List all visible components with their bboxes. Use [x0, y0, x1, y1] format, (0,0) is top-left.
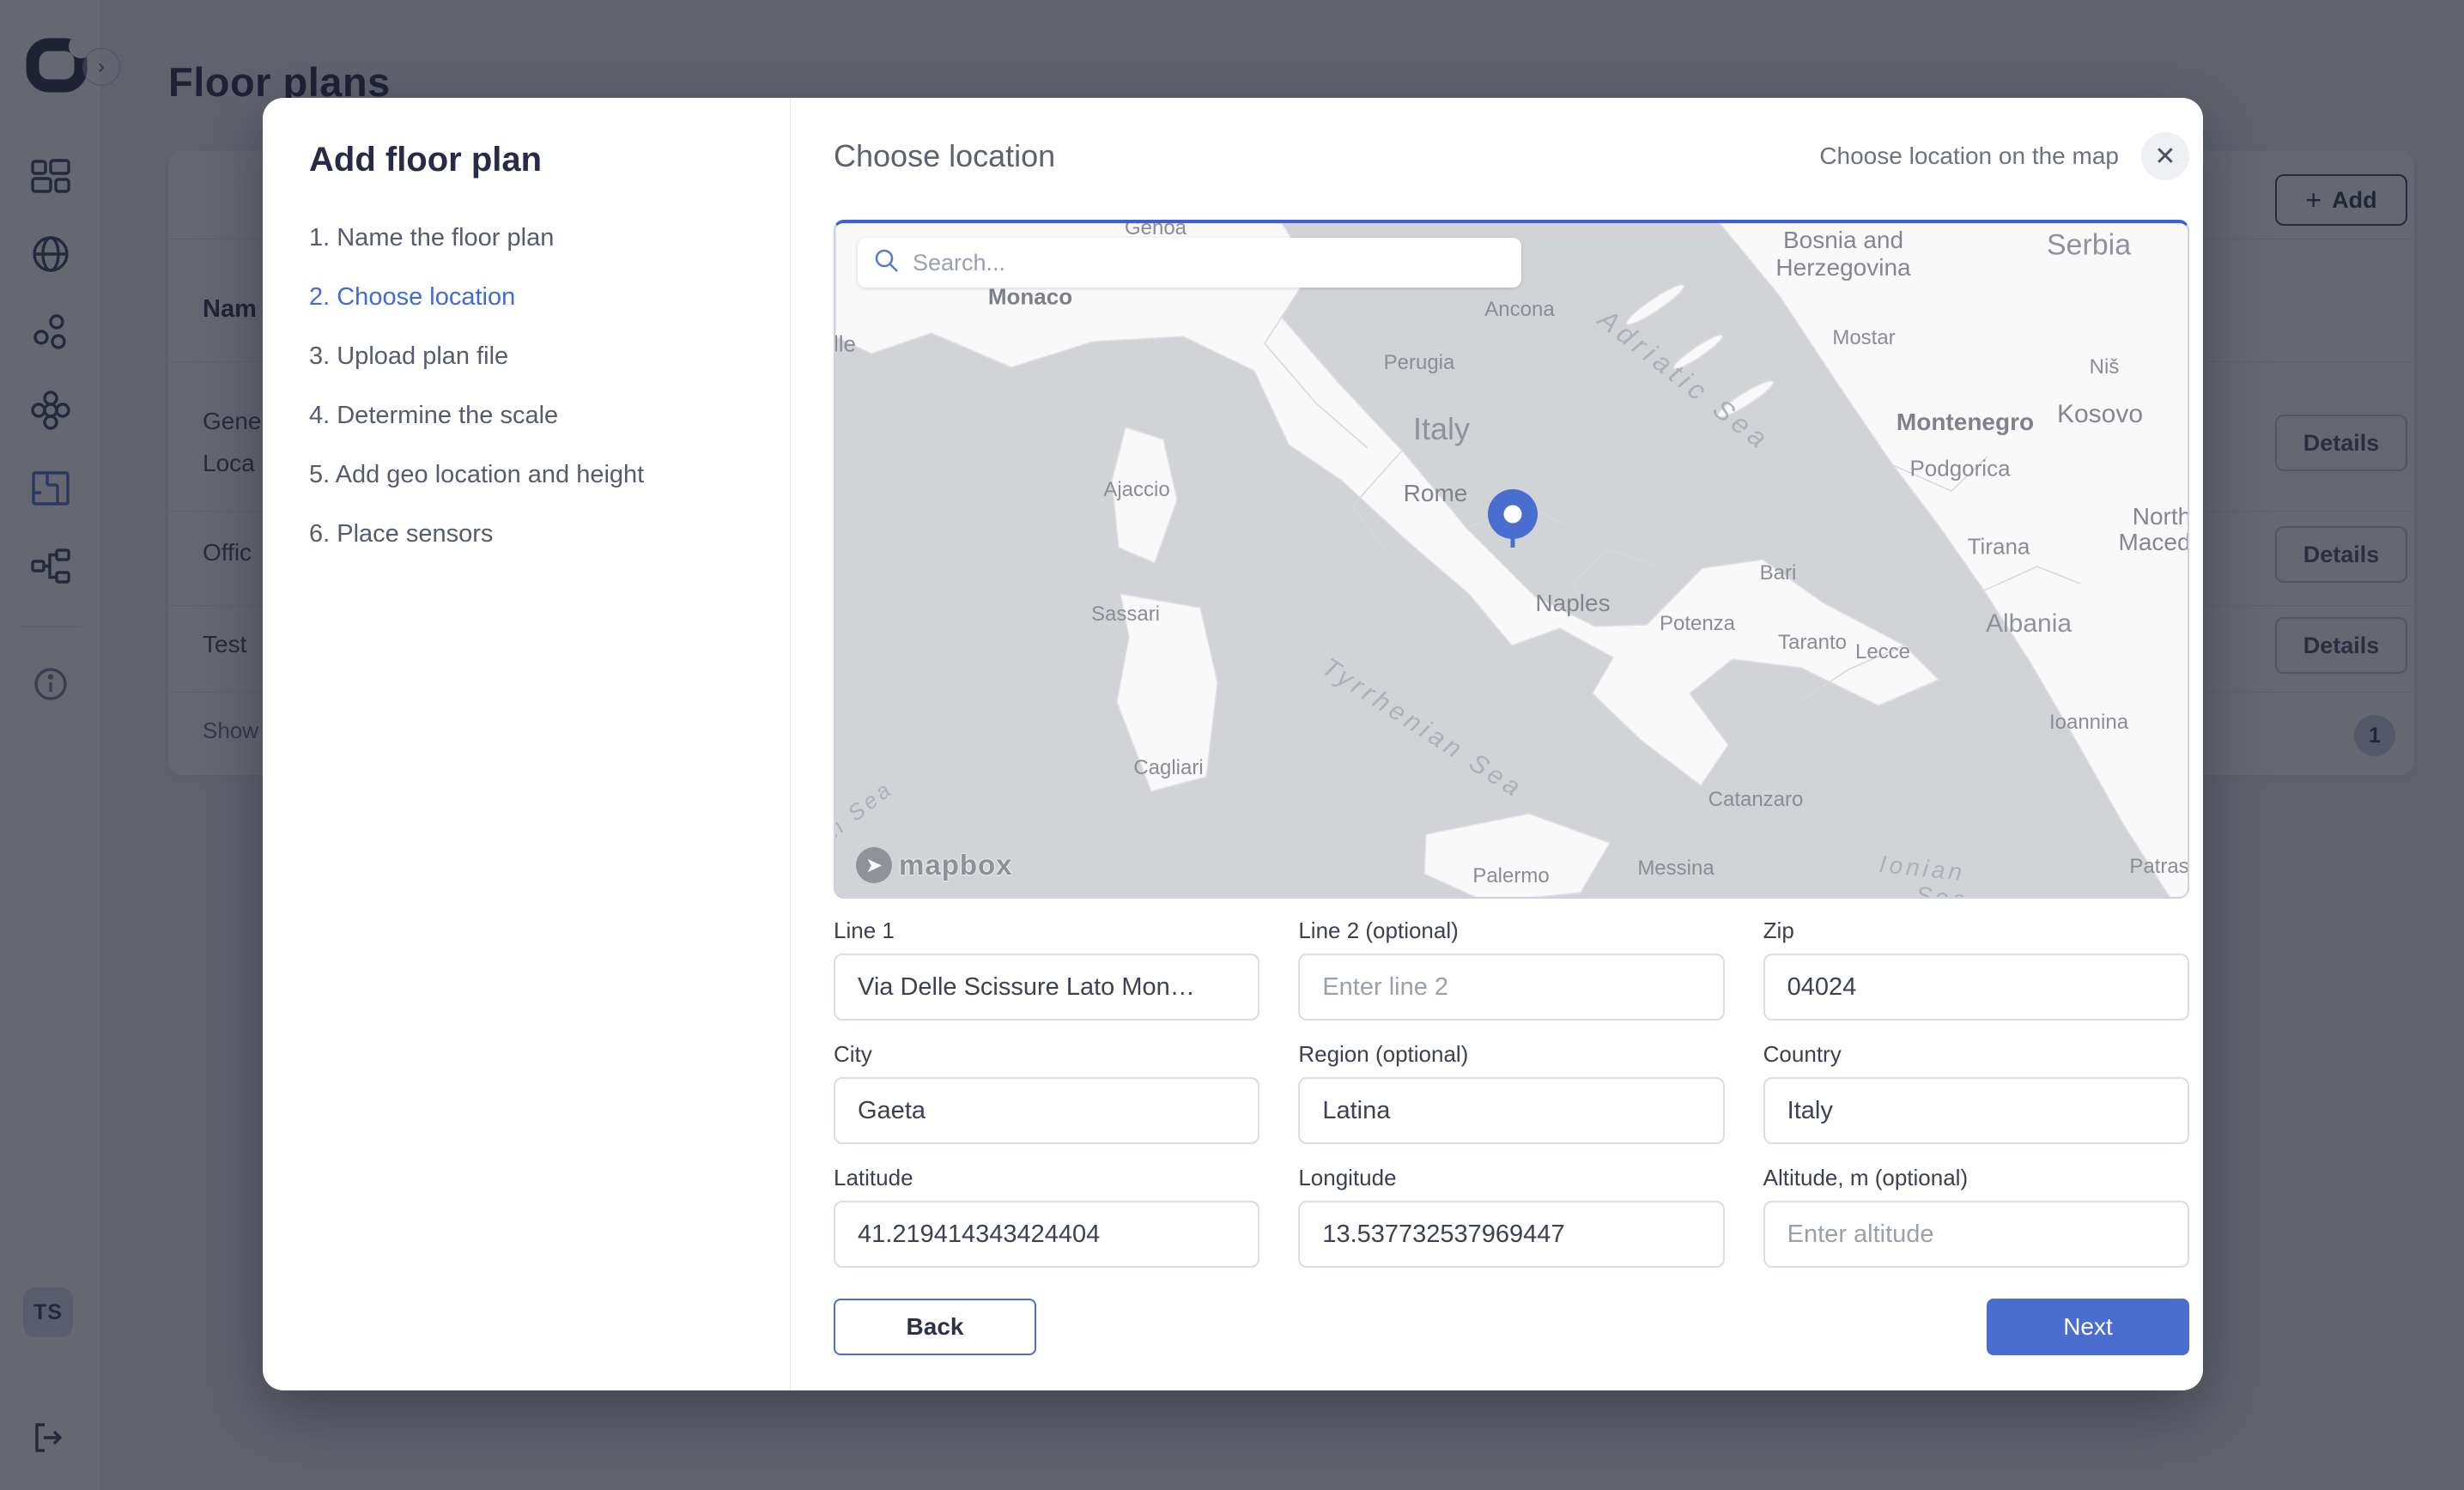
map-label: Lecce: [1855, 640, 1910, 664]
mapbox-wordmark: mapbox: [899, 849, 1013, 881]
latitude-label: Latitude: [834, 1165, 1259, 1190]
modal-title: Add floor plan: [309, 141, 756, 179]
longitude-input[interactable]: [1298, 1201, 1724, 1268]
map-label: Serbia: [2047, 229, 2131, 263]
country-input[interactable]: [1763, 1077, 2189, 1144]
map-label: Macedonia: [2119, 529, 2189, 556]
map-label: Ioannina: [2049, 711, 2128, 735]
map-label: Palermo: [1472, 864, 1549, 888]
map-label: Messina: [1637, 857, 1714, 881]
map-label: Niš: [2090, 355, 2120, 379]
map-label: Ancona: [1484, 298, 1554, 322]
next-button[interactable]: Next: [1987, 1299, 2189, 1355]
add-floorplan-modal: Add floor plan 1. Name the floor plan 2. …: [263, 98, 2203, 1390]
choose-location-panel: Choose location Choose location on the m…: [791, 98, 2203, 1390]
map-label: Taranto: [1778, 631, 1847, 655]
search-icon: [873, 247, 901, 279]
map-label: Bari: [1760, 561, 1797, 585]
map-label: North: [2133, 503, 2189, 530]
region-label: Region (optional): [1298, 1041, 1724, 1067]
map-label: Mostar: [1832, 326, 1895, 350]
back-button[interactable]: Back: [834, 1299, 1036, 1355]
map-label: Herzegovina: [1775, 254, 1910, 282]
latitude-input[interactable]: [834, 1201, 1259, 1268]
map-label: Catanzaro: [1708, 788, 1804, 812]
map-label: Cagliari: [1133, 756, 1203, 780]
zip-label: Zip: [1763, 918, 2189, 943]
map-label: Kosovo: [2057, 400, 2143, 429]
altitude-label: Altitude, m (optional): [1763, 1165, 2189, 1190]
step-item-5: 5. Add geo location and height: [309, 461, 756, 489]
step-item-1: 1. Name the floor plan: [309, 224, 756, 252]
step-item-3: 3. Upload plan file: [309, 342, 756, 371]
map-label: Naples: [1535, 590, 1610, 617]
close-icon: ✕: [2154, 142, 2176, 172]
longitude-label: Longitude: [1298, 1165, 1724, 1190]
map-search: [858, 238, 1521, 288]
app-root: ›: [0, 0, 2464, 1490]
country-label: Country: [1763, 1041, 2189, 1067]
map-label: Ajaccio: [1103, 478, 1169, 502]
mapbox-attribution: ➤ mapbox: [856, 847, 1013, 883]
city-input[interactable]: [834, 1077, 1259, 1144]
altitude-input[interactable]: [1763, 1201, 2189, 1268]
map-label: Sassari: [1091, 603, 1160, 627]
map-label: Italy: [1413, 411, 1470, 447]
map-label: Perugia: [1384, 351, 1455, 375]
map-label: Patras: [2129, 855, 2188, 879]
map-label: Tirana: [1968, 534, 2030, 560]
map-label: Albania: [1986, 609, 2072, 639]
location-map[interactable]: GenoaMonacoMarseilleAnconaPerugiaItalyRo…: [834, 220, 2189, 899]
step-item-4: 4. Determine the scale: [309, 402, 756, 430]
steps-list: 1. Name the floor plan 2. Choose location…: [309, 224, 756, 548]
map-label: Potenza: [1660, 612, 1735, 636]
line2-input[interactable]: [1298, 954, 1724, 1021]
line1-label: Line 1: [834, 918, 1259, 943]
step-title: Choose location: [834, 138, 1055, 174]
city-label: City: [834, 1041, 1259, 1067]
line2-label: Line 2 (optional): [1298, 918, 1724, 943]
region-input[interactable]: [1298, 1077, 1724, 1144]
step-item-2: 2. Choose location: [309, 283, 756, 312]
map-label: Bosnia and: [1783, 227, 1903, 254]
close-modal-button[interactable]: ✕: [2141, 132, 2189, 180]
wizard-steps-panel: Add floor plan 1. Name the floor plan 2. …: [263, 98, 790, 1390]
step-item-6: 6. Place sensors: [309, 520, 756, 548]
line1-input[interactable]: [834, 954, 1259, 1021]
zip-input[interactable]: [1763, 954, 2189, 1021]
map-label: Montenegro: [1897, 409, 2034, 436]
map-label: Rome: [1404, 480, 1468, 507]
map-search-input[interactable]: [913, 250, 1506, 276]
map-hint-text: Choose location on the map: [1819, 142, 2119, 170]
mapbox-icon: ➤: [856, 847, 892, 883]
location-pin-icon[interactable]: [1488, 489, 1538, 539]
map-label: Monaco: [988, 284, 1072, 311]
map-label: Marseille: [834, 331, 856, 358]
map-label: Podgorica: [1909, 456, 2010, 482]
